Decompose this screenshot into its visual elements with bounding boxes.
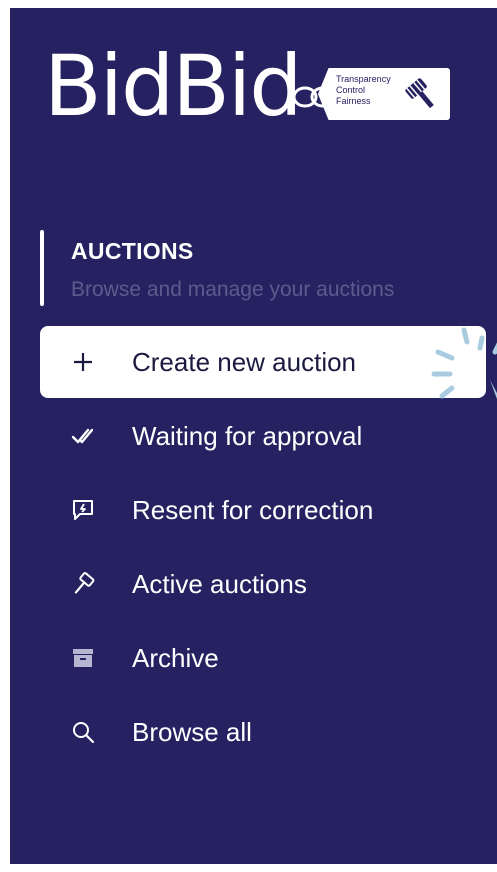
menu-item-label: Browse all (132, 716, 252, 747)
double-check-icon (70, 423, 96, 449)
menu-item-waiting-for-approval[interactable]: Waiting for approval (40, 400, 486, 472)
tagline-fairness: Fairness (336, 96, 371, 106)
menu-item-resent-for-correction[interactable]: Resent for correction (40, 474, 486, 546)
menu-item-browse-all[interactable]: Browse all (40, 696, 486, 768)
gavel-icon (405, 78, 434, 109)
menu-item-label: Resent for correction (132, 494, 374, 525)
search-icon (70, 719, 96, 745)
tagline-control: Control (336, 85, 366, 95)
menu-item-archive[interactable]: Archive (40, 622, 486, 694)
section-subtitle: Browse and manage your auctions (71, 278, 395, 301)
logo-wordmark: BidBid (44, 37, 303, 135)
section-indicator (40, 230, 44, 306)
menu-item-label: Archive (132, 642, 219, 673)
plus-icon (70, 349, 96, 375)
menu-item-label: Active auctions (132, 568, 307, 599)
menu-item-label: Waiting for approval (132, 420, 363, 451)
archive-box-icon (70, 645, 96, 671)
message-alert-icon (70, 497, 96, 523)
logo-tag: Transparency Control Fairness (318, 68, 450, 120)
gavel-icon (70, 571, 96, 597)
bidbid-logo[interactable]: BidBid Transparency Control Fairness (44, 38, 464, 148)
tagline-transparency: Transparency (336, 74, 391, 84)
menu-item-label: Create new auction (132, 346, 357, 377)
menu-item-create-new-auction[interactable]: Create new auction (40, 326, 486, 398)
click-burst-icon (431, 327, 497, 399)
section-title: AUCTIONS (71, 238, 194, 264)
sidebar: BidBid Transparency Control Fairness AUC… (10, 8, 497, 864)
logo-tagline: Transparency Control Fairness (336, 74, 406, 107)
menu-item-active-auctions[interactable]: Active auctions (40, 548, 486, 620)
